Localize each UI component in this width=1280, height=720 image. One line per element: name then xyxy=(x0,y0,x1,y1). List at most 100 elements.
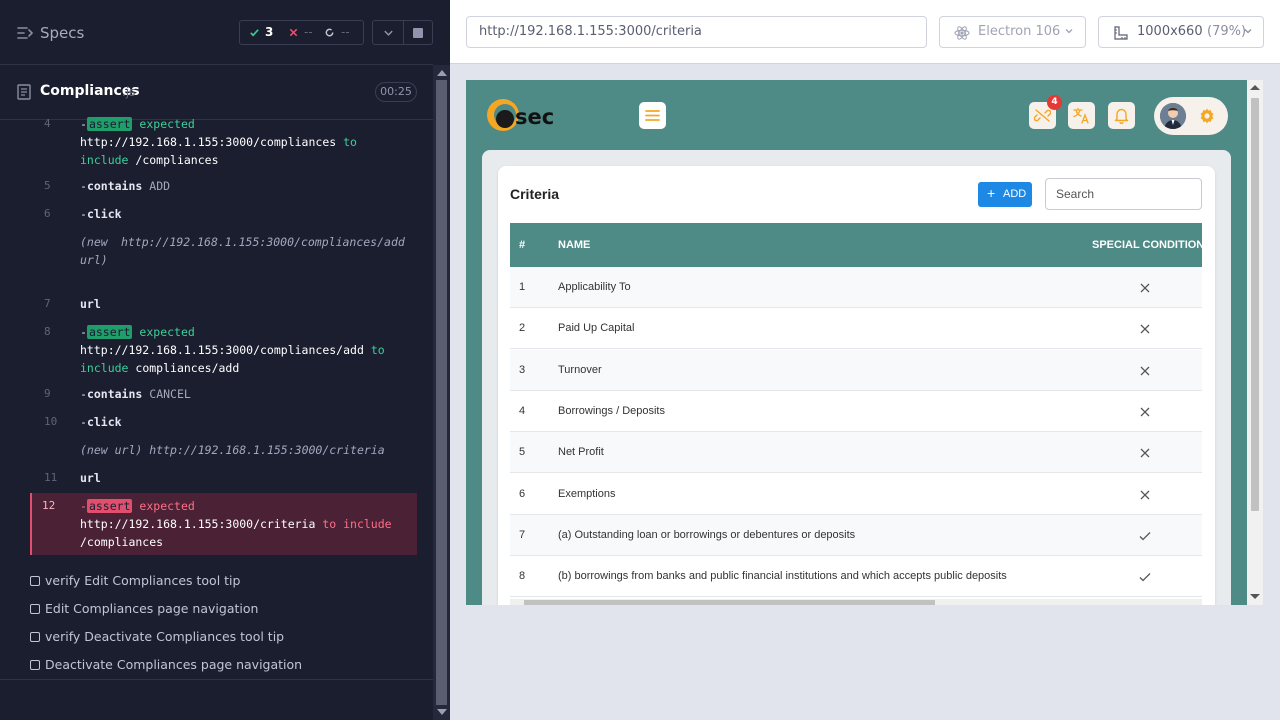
specs-bar: Specs 3 -- -- xyxy=(0,0,433,65)
row-name: (a) Outstanding loan or borrowings or de… xyxy=(558,528,856,541)
command-dash: - xyxy=(80,499,87,513)
profile-menu[interactable] xyxy=(1154,97,1228,135)
row-name: Applicability To xyxy=(558,281,631,293)
browser-selector[interactable]: Electron 106 xyxy=(939,16,1086,48)
x-icon xyxy=(289,28,298,37)
command-row[interactable]: 4 - assert expected http://192.168.1.155:… xyxy=(30,115,417,169)
table-horizontal-scrollbar[interactable] xyxy=(510,599,1202,605)
csec-logo[interactable]: sec xyxy=(485,94,565,136)
command-row[interactable]: 8 - assert expected http://192.168.1.155:… xyxy=(30,323,417,377)
translate-icon xyxy=(1073,107,1089,124)
test-item[interactable]: Edit Compliances page navigation xyxy=(30,600,417,620)
viewport-selector[interactable]: 1000x660 (79%) xyxy=(1098,16,1264,48)
table-row[interactable]: 1 Applicability To xyxy=(510,267,1202,308)
x-icon xyxy=(1140,324,1150,334)
table-row[interactable]: 8 (b) borrowings from banks and public fi… xyxy=(510,556,1202,598)
search-input[interactable] xyxy=(1045,178,1202,210)
command-row[interactable]: 10 -click xyxy=(30,413,417,431)
scroll-up-icon[interactable] xyxy=(1250,85,1260,90)
electron-icon xyxy=(954,26,970,40)
assert-expected: expected xyxy=(139,117,195,131)
new-url-value: http://192.168.1.155:3000/criteria xyxy=(149,443,385,457)
table-row[interactable]: 2 Paid Up Capital xyxy=(510,308,1202,350)
row-number: 8 xyxy=(519,570,526,583)
scroll-up-icon[interactable] xyxy=(437,70,447,76)
new-url-event[interactable]: (new url) http://192.168.1.155:3000/comp… xyxy=(30,233,417,287)
command-row[interactable]: 6 -click xyxy=(30,205,417,223)
row-number: 1 xyxy=(519,281,526,293)
browser-label: Electron 106 xyxy=(978,24,1061,39)
line-number: 9 xyxy=(44,387,51,400)
runner-area: http://192.168.1.155:3000/criteria Elect… xyxy=(450,0,1280,720)
table-header: # NAME SPECIAL CONDITION xyxy=(510,223,1202,267)
new-url-value: http://192.168.1.155:3000/compliances/ad… xyxy=(120,235,405,249)
chevron-down-icon xyxy=(1065,29,1073,34)
stop-button[interactable] xyxy=(404,20,433,45)
row-name: Exemptions xyxy=(558,487,616,500)
line-number: 5 xyxy=(44,179,51,192)
line-number: 12 xyxy=(42,499,56,512)
alerts-button[interactable] xyxy=(1108,102,1135,129)
command-dash: - xyxy=(80,387,87,401)
gear-icon[interactable] xyxy=(1198,107,1216,125)
test-item[interactable]: verify Edit Compliances tool tip xyxy=(30,572,417,592)
x-icon xyxy=(1140,490,1150,499)
command-row[interactable]: 7 url xyxy=(30,295,417,313)
command-log-scrollbar[interactable] xyxy=(433,65,450,720)
assert-target: compliances/add xyxy=(135,361,240,375)
specs-list-icon[interactable] xyxy=(16,24,34,42)
command-name: url xyxy=(80,297,101,311)
chevron-down-icon xyxy=(1244,29,1252,34)
plus-icon: + xyxy=(987,185,996,201)
test-item[interactable]: Deactivate Compliances page navigation xyxy=(30,656,417,676)
command-dash: - xyxy=(80,207,87,221)
row-number: 6 xyxy=(519,487,526,500)
menu-toggle-button[interactable] xyxy=(639,102,666,129)
add-button[interactable]: + ADD xyxy=(978,182,1032,207)
check-icon xyxy=(1139,531,1151,541)
scroll-down-icon[interactable] xyxy=(1250,594,1260,599)
assert-value: http://192.168.1.155:3000/compliances/ad… xyxy=(80,343,364,357)
run-options-dropdown[interactable] xyxy=(372,20,404,45)
app-vertical-scrollbar[interactable] xyxy=(1247,80,1263,605)
table-row[interactable]: 6 Exemptions xyxy=(510,474,1202,515)
column-header-name[interactable]: NAME xyxy=(558,239,590,251)
hamburger-icon xyxy=(645,110,660,121)
scrollbar-thumb[interactable] xyxy=(1251,98,1259,511)
line-number: 10 xyxy=(44,415,58,428)
command-log-panel: Specs 3 -- -- Compliances .js 00:25 4 -a… xyxy=(0,0,450,720)
new-url-event[interactable]: (new url) http://192.168.1.155:3000/crit… xyxy=(30,441,417,459)
bell-icon xyxy=(1114,108,1129,124)
avatar[interactable] xyxy=(1160,103,1186,129)
line-number: 6 xyxy=(44,207,51,220)
test-status-icon xyxy=(30,576,40,586)
command-row[interactable]: 11 url xyxy=(30,469,417,487)
table-row[interactable]: 7 (a) Outstanding loan or borrowings or d… xyxy=(510,514,1202,556)
scrollbar-thumb[interactable] xyxy=(524,600,935,605)
table-row[interactable]: 4 Borrowings / Deposits xyxy=(510,391,1202,432)
pending-count: -- xyxy=(341,25,350,39)
column-header-num[interactable]: # xyxy=(519,239,525,251)
page-title: Criteria xyxy=(510,186,560,202)
language-button[interactable] xyxy=(1068,102,1095,129)
scroll-down-icon[interactable] xyxy=(437,709,447,715)
test-item[interactable]: verify Deactivate Compliances tool tip xyxy=(30,628,417,648)
spec-file-ext: .js xyxy=(122,85,136,99)
aut-url-field[interactable]: http://192.168.1.155:3000/criteria xyxy=(466,16,927,48)
assert-expected: expected xyxy=(139,499,195,513)
table-row[interactable]: 5 Net Profit xyxy=(510,432,1202,474)
command-row[interactable]: 9 -contains CANCEL xyxy=(30,385,417,403)
assert-value: http://192.168.1.155:3000/compliances xyxy=(80,135,337,149)
command-dash: - xyxy=(80,117,87,131)
command-row[interactable]: 5 -contains ADD xyxy=(30,177,417,195)
scrollbar-thumb[interactable] xyxy=(436,80,447,705)
command-name: contains xyxy=(86,387,143,401)
notifications-link-button[interactable]: 4 xyxy=(1029,95,1062,129)
app-under-test: sec 4 Criteria + ADD Search # NAME SPECI… xyxy=(466,80,1263,605)
column-header-special[interactable]: SPECIAL CONDITION xyxy=(1092,239,1202,251)
table-row[interactable]: 3 Turnover xyxy=(510,349,1202,391)
assert-op: include xyxy=(80,361,129,375)
row-name: Net Profit xyxy=(558,446,604,459)
failed-command-row[interactable]: 12 - assert expected http://192.168.1.155… xyxy=(30,493,417,555)
specs-label[interactable]: Specs xyxy=(40,24,84,42)
